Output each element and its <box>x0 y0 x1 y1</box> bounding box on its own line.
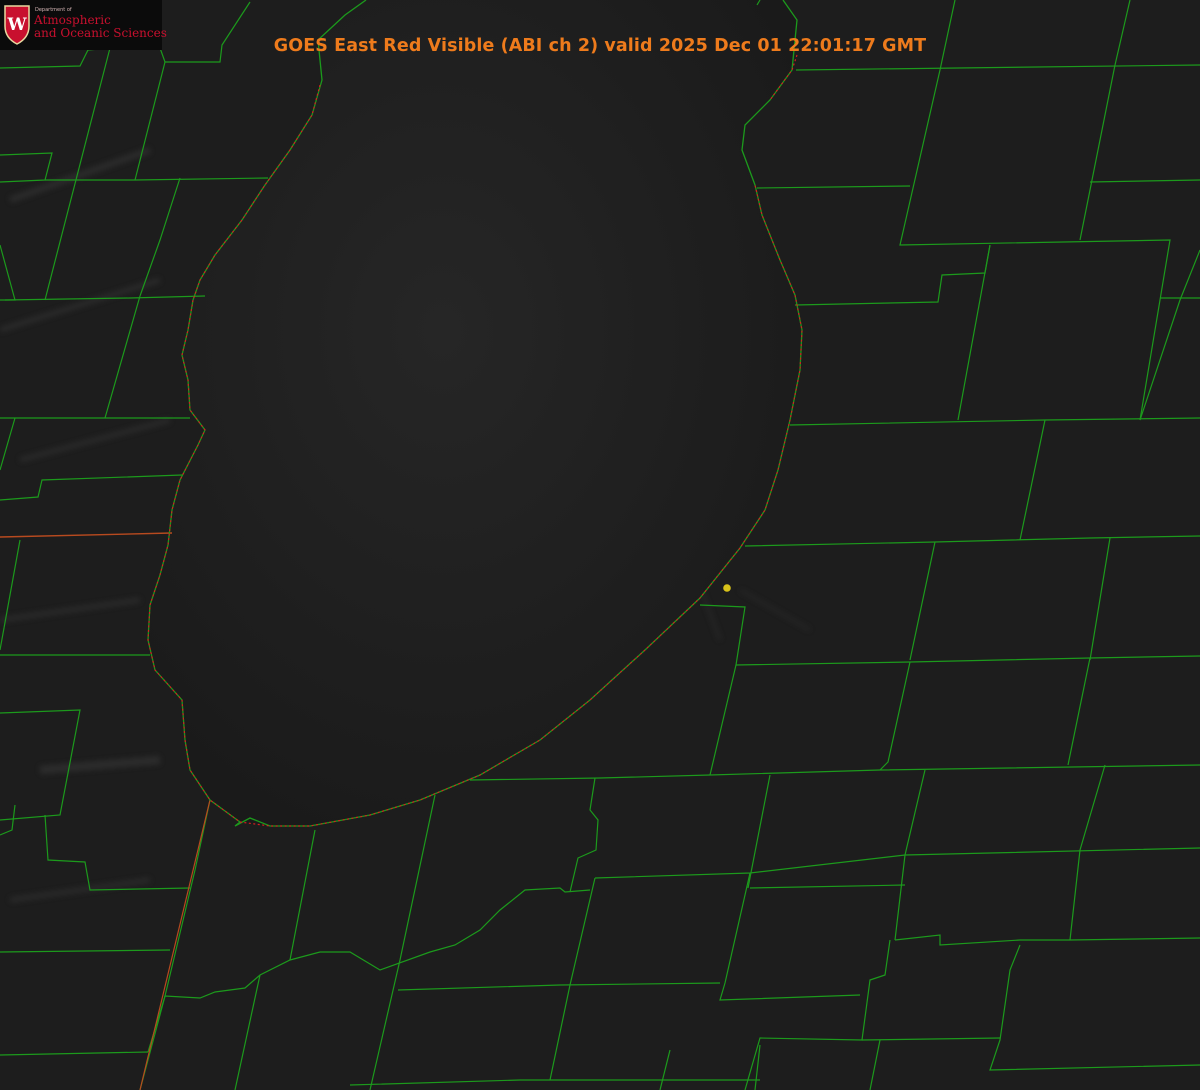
satellite-map: W Department of Atmospheric and Oceanic … <box>0 0 1200 1090</box>
satellite-image <box>0 0 1200 1090</box>
station-marker <box>723 584 731 592</box>
svg-text:W: W <box>6 15 27 35</box>
map-title: GOES East Red Visible (ABI ch 2) valid 2… <box>273 36 927 56</box>
